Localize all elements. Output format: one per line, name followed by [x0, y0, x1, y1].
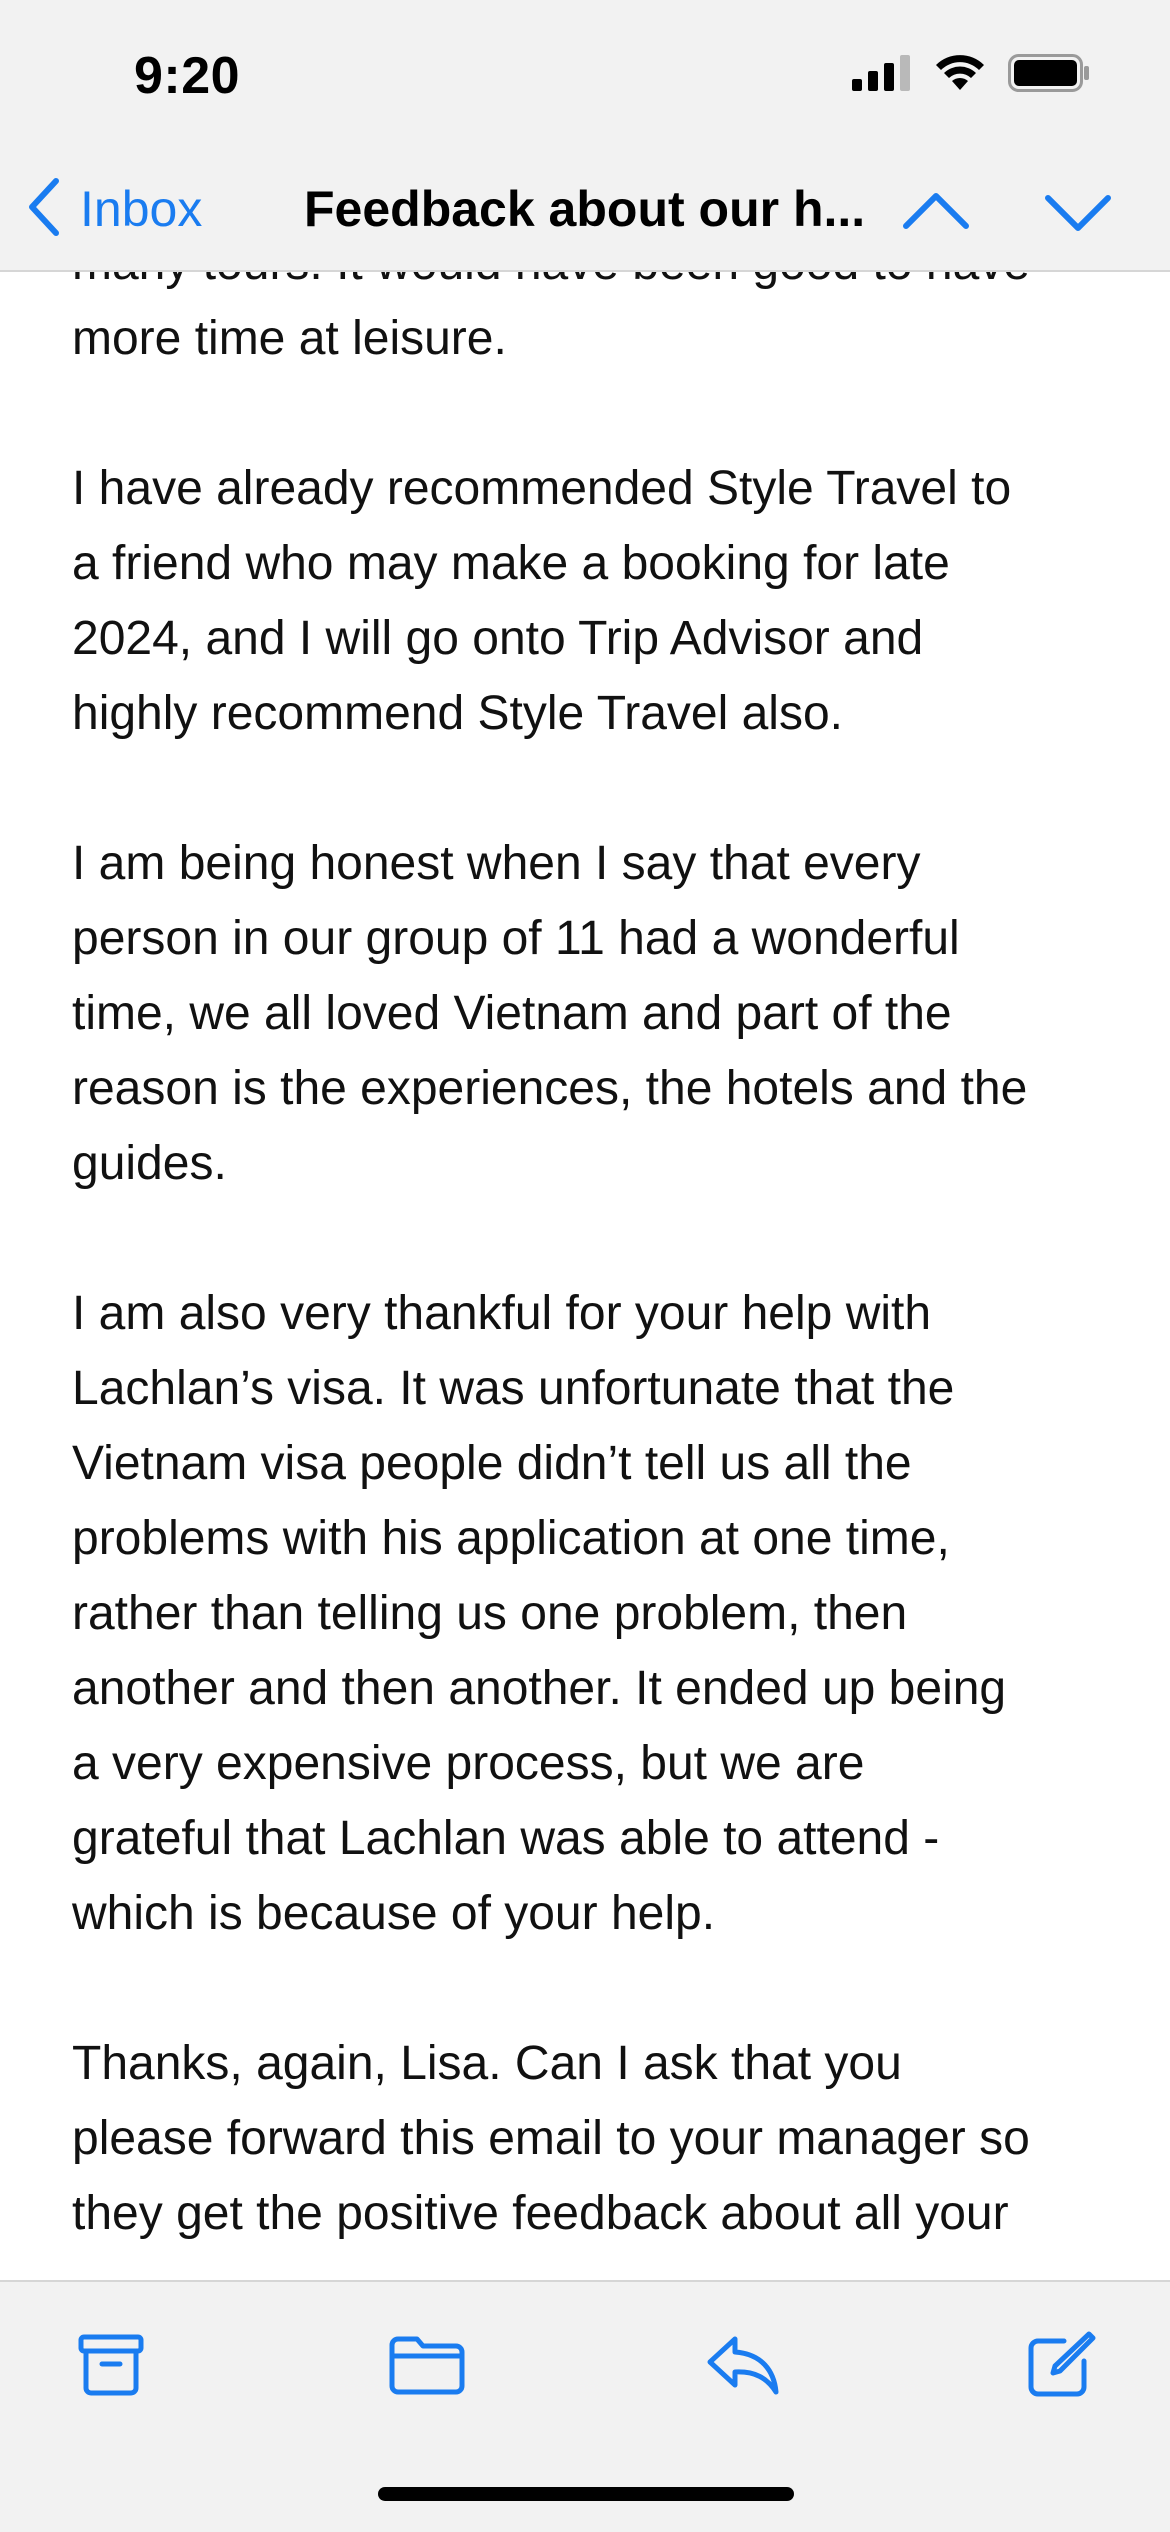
- back-to-inbox-button[interactable]: Inbox: [24, 176, 202, 242]
- back-button-label: Inbox: [80, 181, 203, 237]
- chevron-down-icon: [1042, 195, 1114, 246]
- status-bar: 9:20: [0, 0, 1170, 152]
- email-text-line: rather than telling us one problem, then: [72, 1587, 908, 1640]
- email-text-line: guides.: [72, 1137, 227, 1190]
- reply-button[interactable]: [698, 2322, 788, 2412]
- email-text-line: Lachlan’s visa. It was unfortunate that …: [72, 1362, 955, 1415]
- folder-icon: [389, 2335, 465, 2400]
- email-text-line: grateful that Lachlan was able to attend…: [72, 1812, 940, 1865]
- reply-icon: [705, 2334, 781, 2401]
- email-paragraph: I have already recommended Style Travel …: [72, 451, 1102, 751]
- email-text-line: time, we all loved Vietnam and part of t…: [72, 987, 952, 1040]
- email-text-line: I have already recommended Style Travel …: [72, 462, 1012, 515]
- email-text-line: a very expensive process, but we are: [72, 1737, 865, 1790]
- compose-button[interactable]: [1016, 2322, 1106, 2412]
- email-text-line: Thanks, again, Lisa. Can I ask that you: [72, 2037, 902, 2090]
- email-text-line: they get the positive feedback about all…: [72, 2187, 1009, 2240]
- chevron-up-icon: [900, 193, 972, 246]
- next-message-button[interactable]: [1042, 182, 1114, 242]
- cellular-signal-icon: [852, 55, 912, 96]
- email-text-line: Vietnam visa people didn’t tell us all t…: [72, 1437, 912, 1490]
- move-to-folder-button[interactable]: [382, 2322, 472, 2412]
- compose-icon: [1026, 2331, 1096, 2404]
- status-time: 9:20: [134, 47, 241, 105]
- navigation-bar: Inbox Feedback about our h...: [0, 152, 1170, 272]
- email-text-line: many tours. It would have been good to h…: [72, 272, 1102, 301]
- email-text-line: a friend who may make a booking for late: [72, 537, 950, 590]
- email-paragraph: Thanks, again, Lisa. Can I ask that you p…: [72, 2026, 1102, 2251]
- email-text-line: highly recommend Style Travel also.: [72, 687, 843, 740]
- email-text-line: person in our group of 11 had a wonderfu…: [72, 912, 960, 965]
- email-text-line: more time at leisure.: [72, 312, 507, 365]
- mail-screen: 9:20 Inbox Feedback about our h... more …: [0, 0, 1170, 2532]
- email-text-line: which is because of your help.: [72, 1887, 716, 1940]
- wifi-icon: [934, 54, 986, 97]
- email-text-line: problems with his application at one tim…: [72, 1512, 950, 1565]
- battery-icon: [1008, 54, 1090, 97]
- email-text-line: I am also very thankful for your help wi…: [72, 1287, 932, 1340]
- home-indicator: [378, 2487, 794, 2501]
- email-text-line: please forward this email to your manage…: [72, 2112, 1030, 2165]
- previous-message-button[interactable]: [900, 182, 972, 242]
- email-text-line: 2024, and I will go onto Trip Advisor an…: [72, 612, 924, 665]
- archive-button[interactable]: [66, 2322, 156, 2412]
- email-body-scroll-area[interactable]: many tours. It would have been good to h…: [0, 272, 1170, 2268]
- email-subject-title: Feedback about our h...: [304, 181, 866, 237]
- email-paragraph: I am also very thankful for your help wi…: [72, 1276, 1102, 1951]
- email-text-line: another and then another. It ended up be…: [72, 1662, 1007, 1715]
- email-text-line: I am being honest when I say that every: [72, 837, 921, 890]
- status-icons: [852, 54, 1090, 97]
- chevron-left-icon: [24, 177, 62, 242]
- email-message-text: many tours. It would have been good to h…: [72, 272, 1102, 2268]
- email-paragraph: I am being honest when I say that every p…: [72, 826, 1102, 1201]
- email-text-line: reason is the experiences, the hotels an…: [72, 1062, 1028, 1115]
- archive-icon: [78, 2334, 144, 2401]
- email-paragraph: many tours. It would have been good to h…: [72, 272, 1102, 376]
